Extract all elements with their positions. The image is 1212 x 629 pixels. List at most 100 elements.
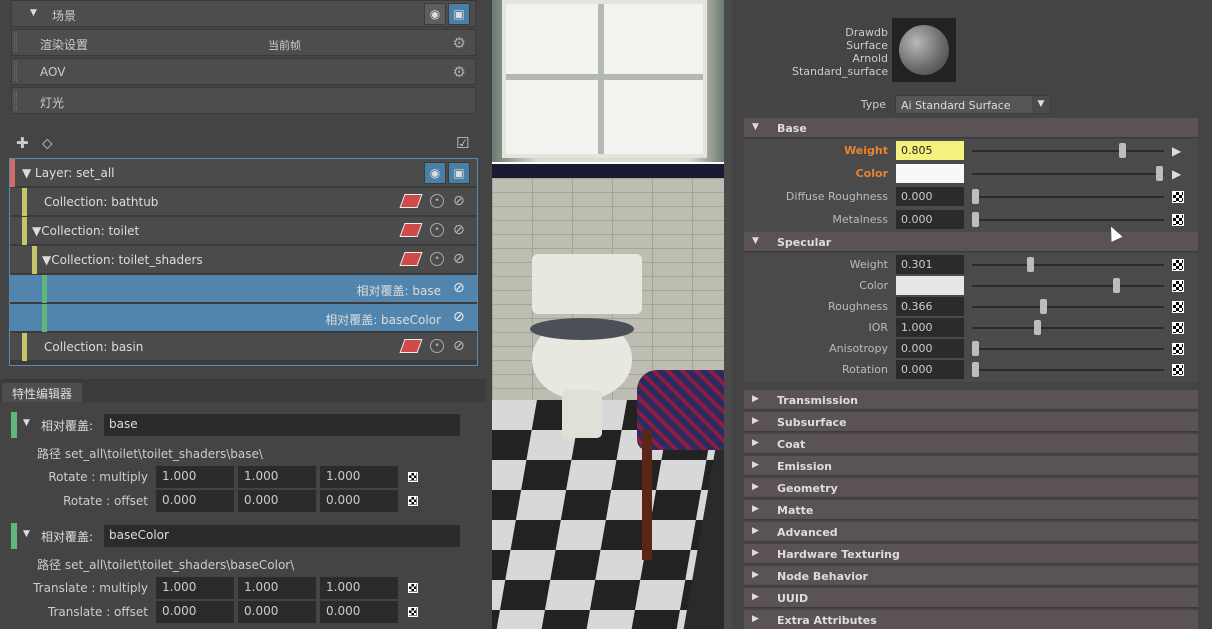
gear-icon[interactable]: ⚙ xyxy=(453,63,466,81)
tab-attribute-editor[interactable]: 特性编辑器 xyxy=(2,383,83,402)
param-value-field[interactable]: 1.000 xyxy=(896,318,964,337)
checklist-icon[interactable]: ☑ xyxy=(456,134,469,152)
section-uuid[interactable]: ▶ UUID xyxy=(744,588,1198,608)
slider-track[interactable] xyxy=(972,348,1164,350)
param-value-field[interactable]: 0.000 xyxy=(896,339,964,358)
slider-track[interactable] xyxy=(972,264,1164,266)
slider-thumb[interactable] xyxy=(1034,320,1041,335)
render-clapboard-icon[interactable]: ▣ xyxy=(448,162,470,184)
color-swatch-field[interactable] xyxy=(896,276,964,295)
param-row[interactable]: Diffuse Roughness 0.000 xyxy=(744,185,1198,209)
map-button-icon[interactable] xyxy=(1172,280,1184,292)
layer-row-set-all[interactable]: ▼ Layer: set_all ◉ ▣ xyxy=(10,159,477,187)
value-field-y[interactable]: 1.000 xyxy=(238,466,316,488)
slider-thumb[interactable] xyxy=(1027,257,1034,272)
collapse-triangle-icon[interactable]: ▼ xyxy=(23,418,30,428)
section-node-behavior[interactable]: ▶ Node Behavior xyxy=(744,566,1198,586)
expand-triangle-icon[interactable]: ▶ xyxy=(752,438,759,448)
expand-triangle-icon[interactable]: ▶ xyxy=(752,570,759,580)
section-geometry[interactable]: ▶ Geometry xyxy=(744,478,1198,498)
value-field-y[interactable]: 0.000 xyxy=(238,601,316,623)
section-coat[interactable]: ▶ Coat xyxy=(744,434,1198,454)
param-row[interactable]: Metalness 0.000 xyxy=(744,208,1198,232)
param-row[interactable]: Rotation 0.000 xyxy=(744,358,1198,382)
override-icon[interactable] xyxy=(399,194,423,208)
aov-row[interactable]: AOV ⚙ xyxy=(11,58,476,85)
map-button-icon[interactable] xyxy=(1172,214,1184,226)
override-name-field[interactable]: base xyxy=(104,414,460,436)
param-value-field[interactable]: 0.805 xyxy=(896,141,964,160)
param-value-field[interactable]: 0.000 xyxy=(896,210,964,229)
collapse-triangle-icon[interactable]: ▼ xyxy=(752,236,759,246)
collapse-triangle-icon[interactable]: ▼ xyxy=(23,529,30,539)
slider-track[interactable] xyxy=(972,306,1164,308)
slider-thumb[interactable] xyxy=(1119,143,1126,158)
slider-track[interactable] xyxy=(972,285,1164,287)
param-value-field[interactable]: 0.366 xyxy=(896,297,964,316)
drag-grip-icon[interactable] xyxy=(14,91,17,110)
viewport-render[interactable] xyxy=(492,0,724,629)
param-row[interactable]: Weight 0.805 ▶ xyxy=(744,139,1198,163)
section-base[interactable]: ▼ Base xyxy=(744,118,1198,138)
disable-icon[interactable]: ⊘ xyxy=(453,338,465,354)
collection-row-toilet[interactable]: ▼Collection: toilet • ⊘ xyxy=(10,217,477,245)
param-value-field[interactable]: 0.301 xyxy=(896,255,964,274)
disable-icon[interactable]: ⊘ xyxy=(453,309,465,325)
expand-triangle-icon[interactable]: ▶ xyxy=(752,416,759,426)
map-button-icon[interactable] xyxy=(408,472,418,482)
map-button-icon[interactable] xyxy=(1172,191,1184,203)
override-header[interactable]: ▼ 相对覆盖: base xyxy=(11,412,476,438)
param-row[interactable]: Color ▶ xyxy=(744,162,1198,186)
map-button-icon[interactable] xyxy=(1172,301,1184,313)
map-button-icon[interactable] xyxy=(1172,364,1184,376)
collection-row-basin[interactable]: Collection: basin • ⊘ xyxy=(10,333,477,361)
isolate-icon[interactable]: • xyxy=(430,252,444,266)
map-button-icon[interactable] xyxy=(1172,343,1184,355)
render-clapboard-icon[interactable]: ▣ xyxy=(448,3,470,25)
create-layer-icon[interactable]: ✚ xyxy=(16,134,29,152)
slider-thumb[interactable] xyxy=(972,212,979,227)
override-name-field[interactable]: baseColor xyxy=(104,525,460,547)
collection-row-toilet-shaders[interactable]: ▼Collection: toilet_shaders • ⊘ xyxy=(10,246,477,274)
value-field-z[interactable]: 0.000 xyxy=(320,601,398,623)
expand-triangle-icon[interactable]: ▶ xyxy=(752,394,759,404)
color-swatch-field[interactable] xyxy=(896,164,964,183)
map-button-icon[interactable] xyxy=(1172,259,1184,271)
expand-triangle-icon[interactable]: ▶ xyxy=(752,482,759,492)
connection-arrow-icon[interactable]: ▶ xyxy=(1172,144,1181,158)
slider-track[interactable] xyxy=(972,327,1164,329)
panel-splitter[interactable] xyxy=(724,0,732,629)
override-icon[interactable] xyxy=(399,223,423,237)
value-field-z[interactable]: 1.000 xyxy=(320,466,398,488)
slider-thumb[interactable] xyxy=(972,362,979,377)
isolate-icon[interactable]: • xyxy=(430,194,444,208)
value-field-z[interactable]: 0.000 xyxy=(320,490,398,512)
override-header[interactable]: ▼ 相对覆盖: baseColor xyxy=(11,523,476,549)
slider-track[interactable] xyxy=(972,219,1164,221)
render-settings-row[interactable]: 渲染设置 当前帧 ⚙ xyxy=(11,29,476,56)
override-row-base[interactable]: 相对覆盖: base ⊘ xyxy=(10,275,477,303)
value-field-y[interactable]: 1.000 xyxy=(238,577,316,599)
connection-arrow-icon[interactable]: ▶ xyxy=(1172,167,1181,181)
value-field-y[interactable]: 0.000 xyxy=(238,490,316,512)
map-button-icon[interactable] xyxy=(408,607,418,617)
value-field-x[interactable]: 1.000 xyxy=(156,466,234,488)
slider-thumb[interactable] xyxy=(972,341,979,356)
drag-grip-icon[interactable] xyxy=(14,62,17,81)
slider-thumb[interactable] xyxy=(1113,278,1120,293)
disable-icon[interactable]: ⊘ xyxy=(453,222,465,238)
expand-triangle-icon[interactable]: ▶ xyxy=(752,592,759,602)
lights-row[interactable]: 灯光 xyxy=(11,87,476,114)
disable-icon[interactable]: ⊘ xyxy=(453,193,465,209)
material-swatch[interactable] xyxy=(892,18,956,82)
scene-row[interactable]: ▼ 场景 ◉ ▣ xyxy=(11,0,476,27)
section-specular[interactable]: ▼ Specular xyxy=(744,232,1198,252)
slider-track[interactable] xyxy=(972,173,1164,175)
slider-thumb[interactable] xyxy=(1156,166,1163,181)
disable-icon[interactable]: ⊘ xyxy=(453,280,465,296)
value-field-x[interactable]: 1.000 xyxy=(156,577,234,599)
section-extra-attributes[interactable]: ▶ Extra Attributes xyxy=(744,610,1198,629)
section-matte[interactable]: ▶ Matte xyxy=(744,500,1198,520)
param-value-field[interactable]: 0.000 xyxy=(896,187,964,206)
section-emission[interactable]: ▶ Emission xyxy=(744,456,1198,476)
